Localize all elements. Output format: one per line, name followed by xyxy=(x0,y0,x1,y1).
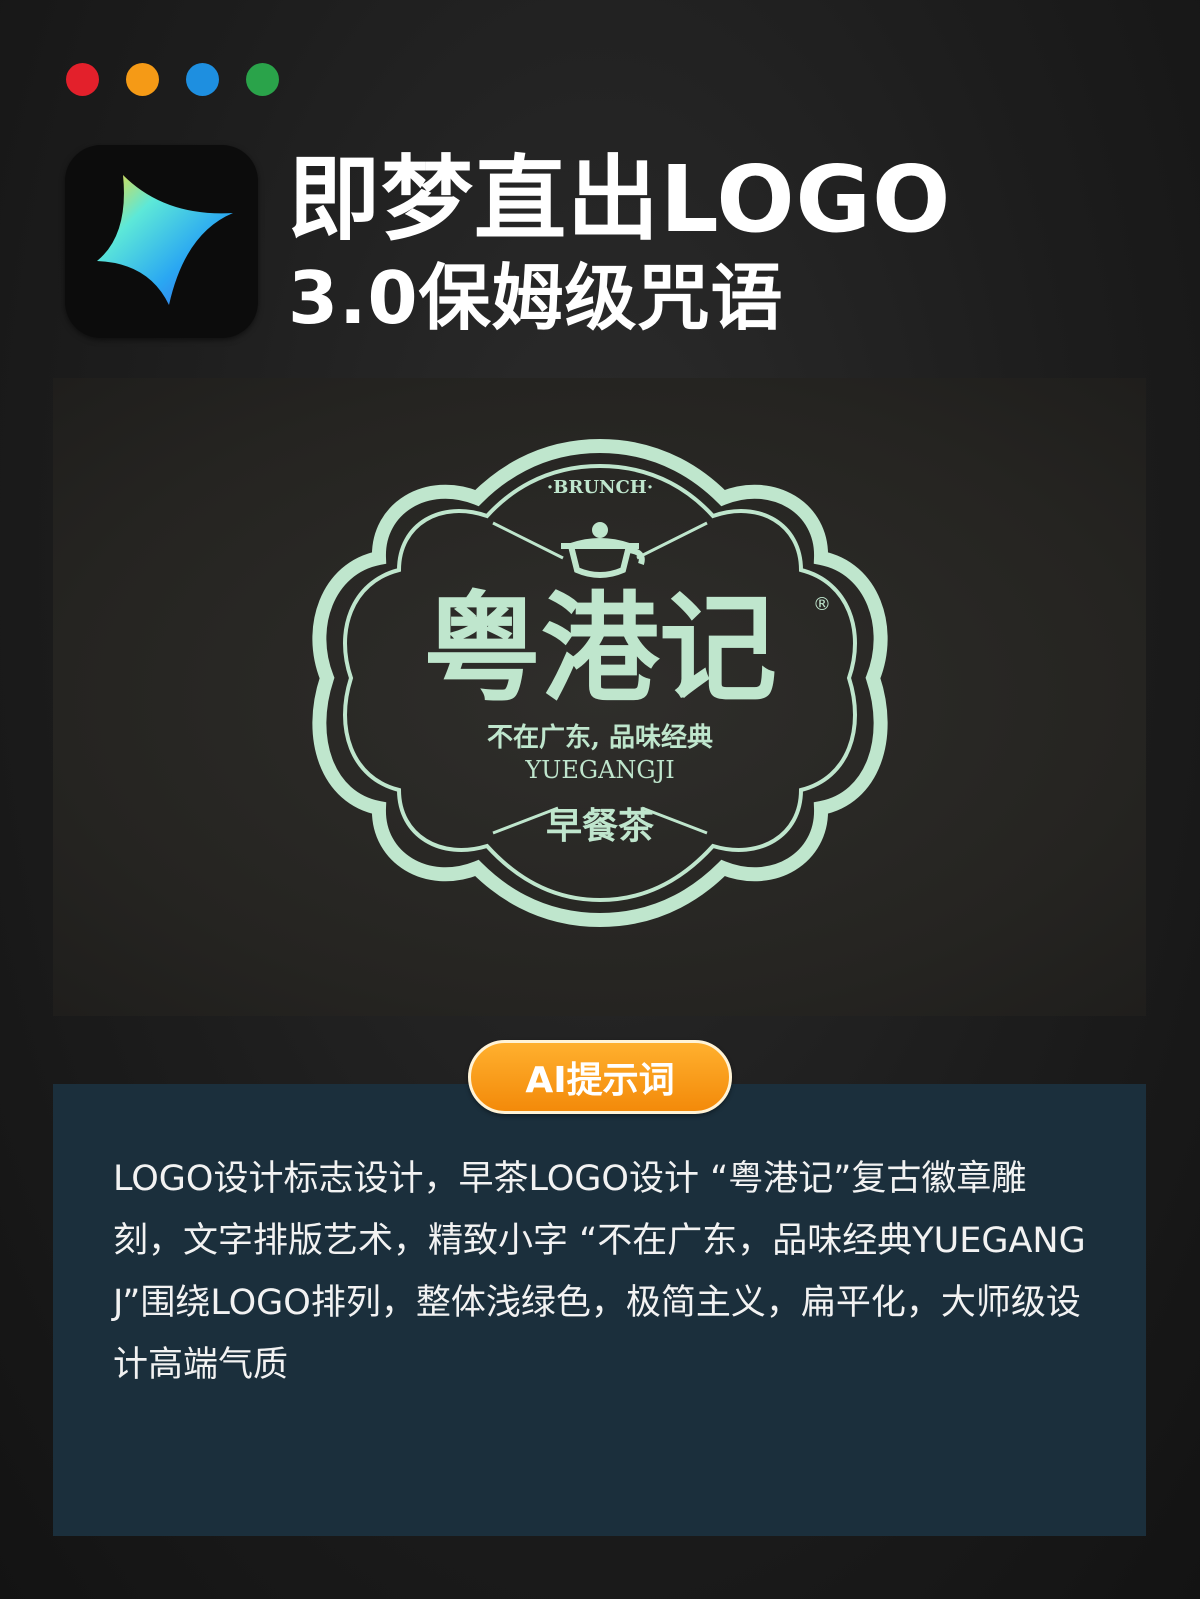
red-dot xyxy=(66,63,99,96)
logo-slogan: 不在广东, 品味经典 xyxy=(487,722,713,753)
prompt-text: LOGO设计标志设计，早茶LOGO设计 “粤港记”复古徽章雕刻，文字排版艺术，精… xyxy=(113,1159,1086,1385)
ai-prompt-badge: AI提示词 xyxy=(468,1040,732,1114)
logo-brand-name: 粤港记 xyxy=(423,580,777,718)
logo-preview: ·BRUNCH· 粤港记 ® 不在广东, 品味经典 YUEGANGJI 早餐茶 xyxy=(53,378,1146,1016)
logo-bottom-text: 早餐茶 xyxy=(546,805,655,847)
logo-top-text: ·BRUNCH· xyxy=(547,477,653,498)
logo-pinyin: YUEGANGJI xyxy=(524,756,674,784)
prompt-box: LOGO设计标志设计，早茶LOGO设计 “粤港记”复古徽章雕刻，文字排版艺术，精… xyxy=(53,1084,1146,1536)
teapot-icon xyxy=(561,522,645,578)
blue-dot xyxy=(186,63,219,96)
window-dots xyxy=(66,63,279,96)
page-subtitle: 3.0保姆级咒语 xyxy=(288,256,784,340)
registered-mark: ® xyxy=(813,594,831,615)
page-title: 即梦直出LOGO xyxy=(288,146,952,253)
green-dot xyxy=(246,63,279,96)
jimeng-app-icon xyxy=(65,145,258,338)
orange-dot xyxy=(126,63,159,96)
